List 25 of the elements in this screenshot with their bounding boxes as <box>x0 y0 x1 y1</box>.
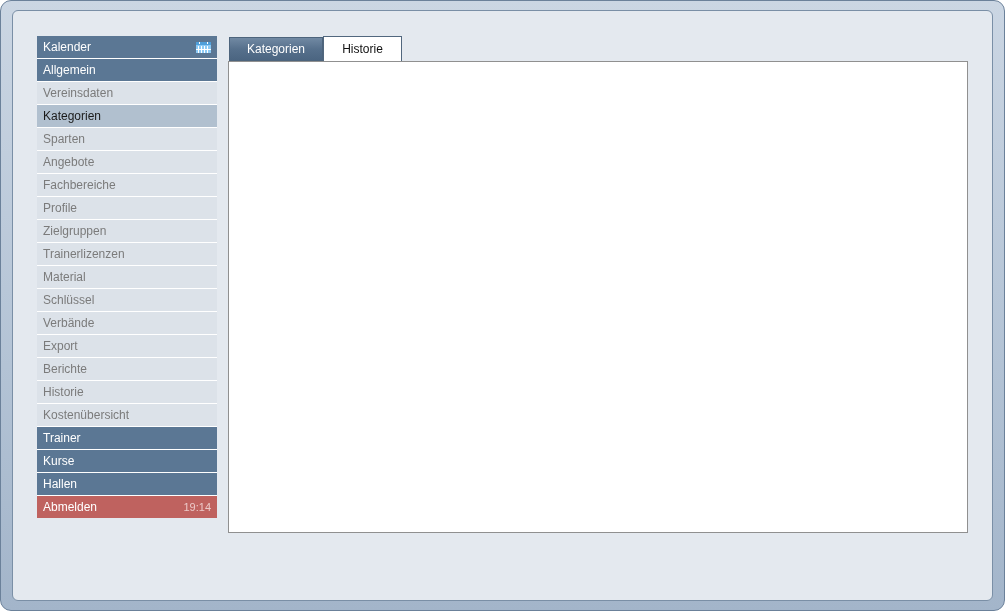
menu-item[interactable]: Profile <box>37 197 217 220</box>
menu-item[interactable]: Vereinsdaten <box>37 82 217 105</box>
menu-item[interactable]: Zielgruppen <box>37 220 217 243</box>
menu-header[interactable]: Kurse <box>37 450 217 473</box>
tab[interactable]: Kategorien <box>229 37 323 61</box>
menu-item[interactable]: Kostenübersicht <box>37 404 217 427</box>
menu-header[interactable]: Hallen <box>37 473 217 496</box>
menu-item[interactable]: Kategorien <box>37 105 217 128</box>
menu-item[interactable]: Schlüssel <box>37 289 217 312</box>
menu-header[interactable]: Allgemein <box>37 59 217 82</box>
calendar-icon[interactable] <box>196 41 211 53</box>
menu-item[interactable]: Sparten <box>37 128 217 151</box>
clock-time: 19:14 <box>183 500 211 515</box>
menu-item[interactable]: Verbände <box>37 312 217 335</box>
menu-item[interactable]: Fachbereiche <box>37 174 217 197</box>
logout-button[interactable]: Abmelden 19:14 <box>37 496 217 518</box>
menu-header[interactable]: Kalender <box>37 36 217 59</box>
menu-item[interactable]: Berichte <box>37 358 217 381</box>
menu-item[interactable]: Material <box>37 266 217 289</box>
menu-item[interactable]: Angebote <box>37 151 217 174</box>
menu-item[interactable]: Trainerlizenzen <box>37 243 217 266</box>
menu-item[interactable]: Historie <box>37 381 217 404</box>
menu-header[interactable]: Trainer <box>37 427 217 450</box>
tab[interactable]: Historie <box>323 36 402 61</box>
menu-item[interactable]: Export <box>37 335 217 358</box>
